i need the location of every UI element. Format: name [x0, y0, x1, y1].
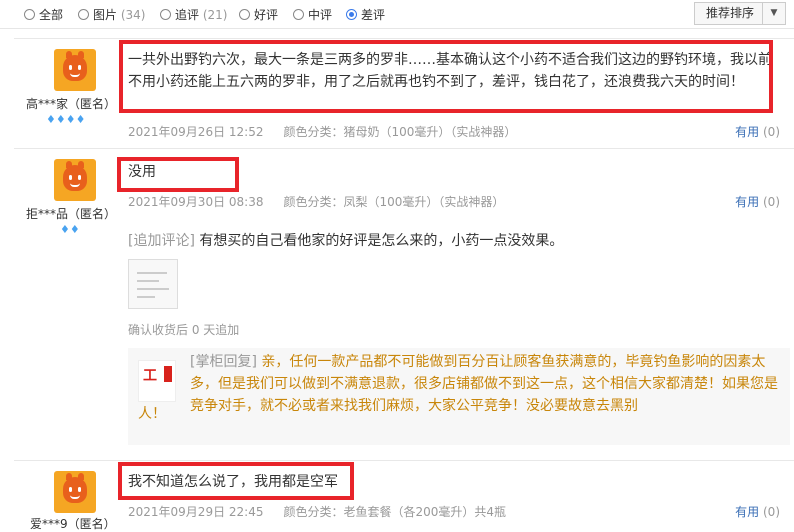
- useful-button[interactable]: 有用 (0): [735, 123, 780, 140]
- review-variant: 颜色分类：老鱼套餐（各200毫升）共4瓶: [283, 505, 507, 519]
- reviewer-level-icon: ♦♦♦♦: [46, 113, 86, 126]
- filter-followup[interactable]: 追评 (21): [160, 6, 227, 23]
- reviewer-name: 爱***9（匿名）: [30, 517, 116, 531]
- review-variant: 颜色分类：凤梨（100毫升）（实战神器）: [283, 195, 505, 209]
- filter-negative[interactable]: 差评: [346, 6, 385, 23]
- seller-reply-tail: 人！: [138, 406, 166, 422]
- review-meta: 2021年09月26日 12:52 颜色分类：猪母奶（100毫升）（实战神器）: [128, 123, 516, 140]
- radio-icon[interactable]: [160, 9, 171, 20]
- highlight-box: [118, 462, 354, 500]
- review-photo-thumbnail[interactable]: [128, 259, 178, 309]
- radio-icon[interactable]: [293, 9, 304, 20]
- sort-dropdown[interactable]: 推荐排序 ▼: [694, 2, 786, 25]
- useful-button[interactable]: 有用 (0): [735, 503, 780, 520]
- review-item: 高***家（匿名） ♦♦♦♦ 一共外出野钓六次，最大一条是三两多的罗非……基本确…: [14, 38, 794, 149]
- seller-reply-text: [掌柜回复] 亲，任何一款产品都不可能做到百分百让顾客鱼获满意的，毕竟钓鱼影响的…: [190, 354, 778, 414]
- avatar: [54, 471, 96, 513]
- useful-button[interactable]: 有用 (0): [735, 193, 780, 210]
- reviewer-level-icon: ♦♦: [60, 223, 80, 236]
- filter-all[interactable]: 全部: [24, 6, 63, 23]
- highlight-box: [119, 40, 773, 113]
- review-variant: 颜色分类：猪母奶（100毫升）（实战神器）: [283, 125, 517, 139]
- radio-icon[interactable]: [78, 9, 89, 20]
- review-date: 2021年09月30日 08:38: [128, 195, 264, 209]
- review-meta: 2021年09月29日 22:45 颜色分类：老鱼套餐（各200毫升）共4瓶: [128, 503, 506, 520]
- radio-checked-icon[interactable]: [346, 9, 357, 20]
- filter-neutral[interactable]: 中评: [293, 6, 332, 23]
- review-date: 2021年09月29日 22:45: [128, 505, 264, 519]
- review-item: 爱***9（匿名） 我不知道怎么说了，我用都是空军 2021年09月29日 22…: [14, 460, 794, 531]
- shop-logo: 工: [138, 360, 176, 402]
- filter-photo[interactable]: 图片 (34): [78, 6, 145, 23]
- avatar: [54, 159, 96, 201]
- seller-reply-tag: [掌柜回复]: [190, 354, 257, 370]
- followup-time: 确认收货后 0 天追加: [128, 323, 240, 337]
- followup-tag: [追加评论]: [128, 233, 195, 249]
- review-item: 拒***品（匿名） ♦♦ 没用 2021年09月30日 08:38 颜色分类：凤梨…: [14, 148, 794, 461]
- seller-reply: 工 [掌柜回复] 亲，任何一款产品都不可能做到百分百让顾客鱼获满意的，毕竟钓鱼影…: [128, 348, 790, 445]
- review-filter-bar: 全部 图片 (34) 追评 (21) 好评 中评 差评 推荐排序 ▼: [0, 0, 794, 29]
- chevron-down-icon[interactable]: ▼: [762, 3, 785, 24]
- reviewer-name: 拒***品（匿名）: [26, 207, 117, 221]
- followup-text: 有想买的自己看他家的好评是怎么来的，小药一点没效果。: [199, 233, 564, 249]
- radio-icon[interactable]: [24, 9, 35, 20]
- highlight-box: [117, 157, 239, 192]
- review-meta: 2021年09月30日 08:38 颜色分类：凤梨（100毫升）（实战神器）: [128, 193, 504, 210]
- radio-icon[interactable]: [239, 9, 250, 20]
- reviewer-name: 高***家（匿名）: [26, 97, 117, 111]
- filter-positive[interactable]: 好评: [239, 6, 278, 23]
- avatar: [54, 49, 96, 91]
- review-date: 2021年09月26日 12:52: [128, 125, 264, 139]
- sort-label: 推荐排序: [706, 6, 755, 20]
- followup-review: [追加评论] 有想买的自己看他家的好评是怎么来的，小药一点没效果。: [128, 230, 563, 250]
